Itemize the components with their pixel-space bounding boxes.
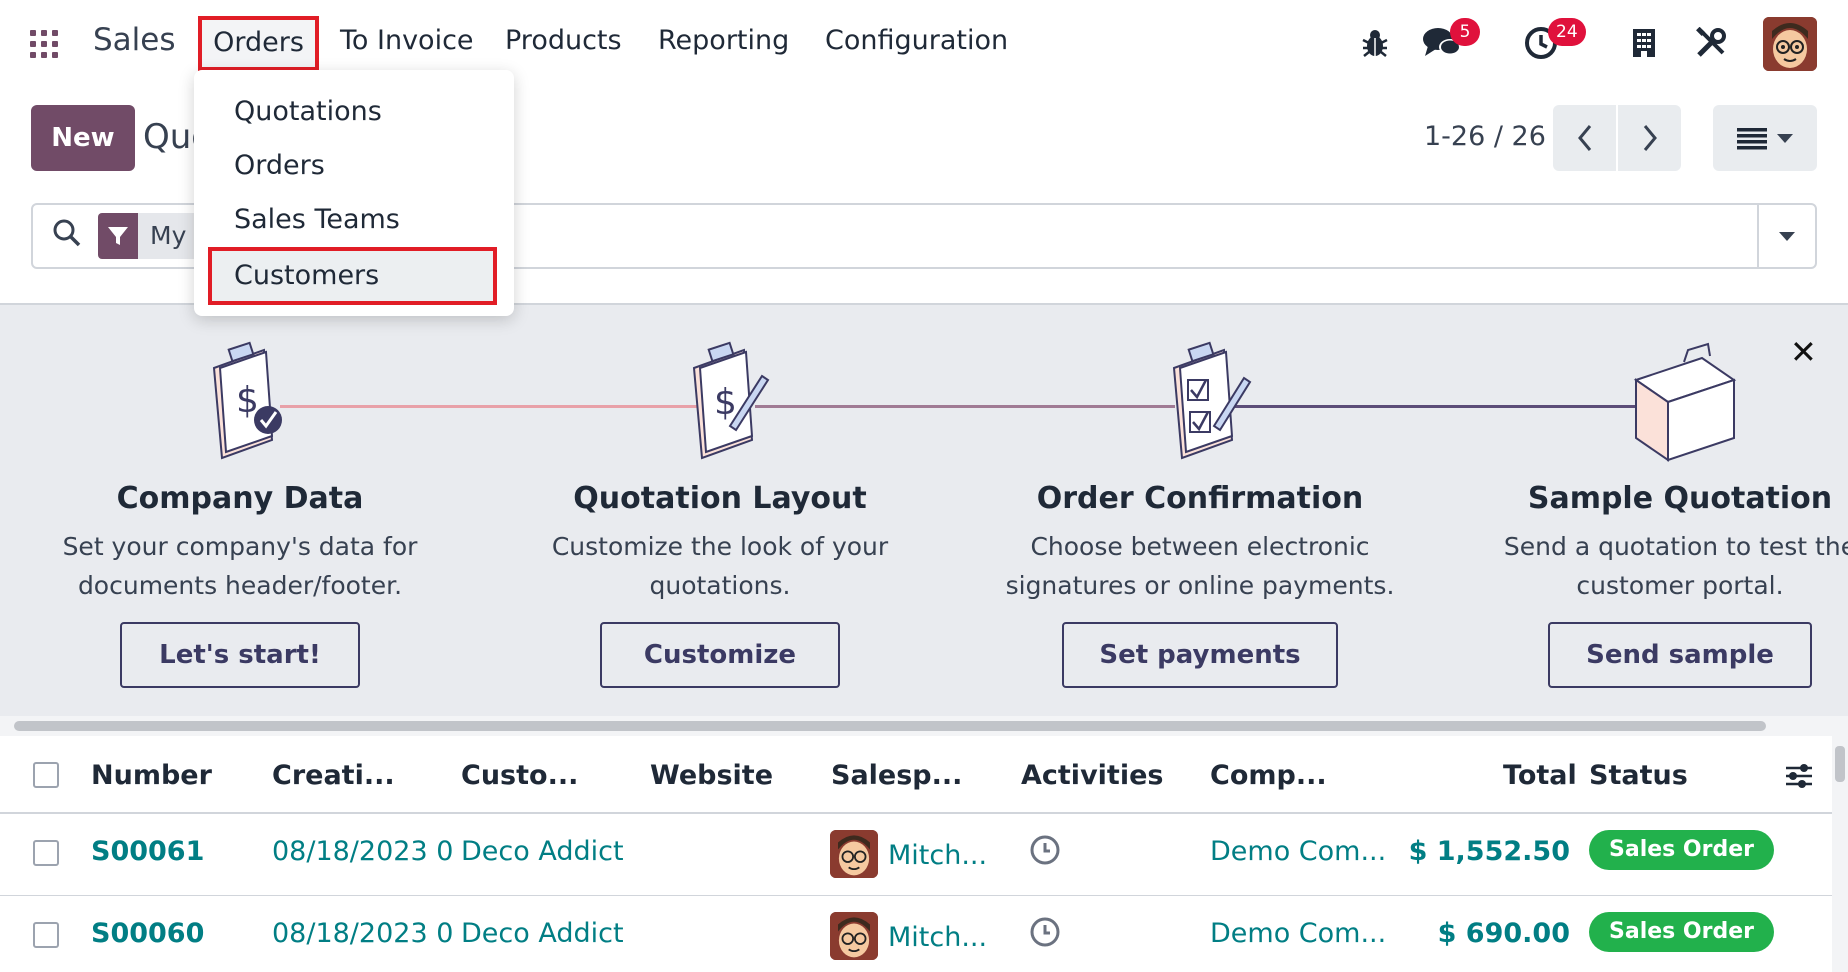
order-total: $ 1,552.50 [1408, 836, 1570, 867]
horizontal-scrollbar[interactable] [0, 716, 1848, 736]
order-number[interactable]: S00061 [91, 836, 204, 867]
step-description: Choose between electronic signatures or … [1005, 532, 1395, 600]
bug-icon[interactable] [1358, 26, 1392, 60]
menu-reporting[interactable]: Reporting [658, 25, 789, 56]
menu-products[interactable]: Products [505, 25, 622, 56]
column-total[interactable]: Total [1503, 760, 1577, 791]
column-customer[interactable]: Custo... [461, 760, 578, 791]
column-website[interactable]: Website [650, 760, 773, 791]
tools-icon[interactable] [1694, 26, 1728, 60]
column-status[interactable]: Status [1589, 760, 1688, 791]
progress-line [280, 405, 700, 408]
lets-start-button[interactable]: Let's start! [120, 622, 360, 688]
salesperson-name[interactable]: Mitch... [888, 840, 987, 871]
table-row[interactable]: S00060 08/18/2023 06 Deco Addict Mitch..… [0, 896, 1832, 972]
app-brand[interactable]: Sales [93, 22, 176, 58]
column-company[interactable]: Comp... [1210, 760, 1327, 791]
svg-text:$: $ [714, 382, 737, 423]
list-view-icon [1737, 128, 1767, 150]
onboarding-panel: ✕ $ Company Data Set your company's data… [0, 303, 1848, 725]
orders-dropdown-menu: Quotations Orders Sales Teams Customers [194, 70, 514, 316]
column-activities[interactable]: Activities [1021, 760, 1163, 791]
clock-icon[interactable] [1029, 916, 1061, 948]
table-header: Number Creati... Custo... Website Salesp… [0, 736, 1832, 814]
chevron-down-icon [1779, 231, 1795, 241]
clock-icon[interactable] [1029, 834, 1061, 866]
creation-date: 08/18/2023 06 [272, 918, 452, 949]
quotation-edit-icon: $ [692, 341, 770, 460]
filter-icon [98, 213, 138, 259]
customer-name[interactable]: Deco Addict [461, 918, 624, 949]
step-title: Company Data [116, 481, 364, 516]
menu-to-invoice[interactable]: To Invoice [340, 25, 474, 56]
step-title: Sample Quotation [1527, 481, 1833, 516]
scrollbar-thumb[interactable] [1835, 746, 1845, 782]
salesperson-avatar [830, 830, 878, 878]
checklist-icon [1172, 341, 1252, 460]
dropdown-item-orders[interactable]: Orders [234, 150, 325, 181]
status-badge: Sales Order [1589, 912, 1774, 952]
close-icon[interactable]: ✕ [1790, 333, 1817, 371]
dropdown-item-customers[interactable]: Customers [208, 247, 497, 305]
new-button[interactable]: New [31, 105, 135, 171]
progress-line [1235, 405, 1655, 408]
search-options-toggle[interactable] [1757, 205, 1815, 267]
scrollbar-thumb[interactable] [14, 721, 1766, 731]
menu-orders[interactable]: Orders [198, 16, 319, 71]
row-checkbox[interactable] [33, 840, 59, 866]
column-salesperson[interactable]: Salesp... [831, 760, 962, 791]
order-number[interactable]: S00060 [91, 918, 204, 949]
activities-badge: 24 [1548, 18, 1586, 46]
status-badge: Sales Order [1589, 830, 1774, 870]
step-description: Send a quotation to test the customer po… [1503, 532, 1848, 600]
sliders-icon[interactable] [1784, 762, 1814, 790]
user-avatar[interactable] [1763, 17, 1817, 71]
column-creation-date[interactable]: Creati... [272, 760, 395, 791]
send-sample-button[interactable]: Send sample [1548, 622, 1812, 688]
vertical-scrollbar[interactable] [1832, 736, 1848, 972]
column-number[interactable]: Number [91, 760, 212, 791]
progress-line [755, 405, 1175, 408]
salesperson-avatar [830, 912, 878, 960]
building-icon[interactable] [1630, 26, 1658, 60]
select-all-checkbox[interactable] [33, 762, 59, 788]
chevron-down-icon [1777, 133, 1793, 143]
step-description: Set your company's data for documents he… [62, 532, 418, 600]
step-title: Order Confirmation [1036, 481, 1364, 516]
customize-button[interactable]: Customize [600, 622, 840, 688]
menu-configuration[interactable]: Configuration [825, 25, 1008, 56]
view-switcher-button[interactable] [1713, 105, 1817, 171]
invoice-icon: $ [212, 341, 282, 460]
pager-value[interactable]: 1-26 / 26 [1424, 121, 1546, 152]
apps-grid-icon[interactable] [30, 30, 58, 58]
dropdown-item-sales-teams[interactable]: Sales Teams [234, 204, 400, 235]
briefcase-icon [1633, 342, 1737, 462]
step-title: Quotation Layout [573, 481, 867, 516]
pager-next-button[interactable] [1618, 105, 1681, 171]
step-description: Customize the look of your quotations. [551, 532, 889, 600]
dropdown-item-quotations[interactable]: Quotations [234, 96, 382, 127]
customer-name[interactable]: Deco Addict [461, 836, 624, 867]
table-row[interactable]: S00061 08/18/2023 06 Deco Addict Mitch..… [0, 814, 1832, 896]
company-name[interactable]: Demo Com... [1210, 836, 1386, 867]
order-total: $ 690.00 [1437, 918, 1570, 949]
row-checkbox[interactable] [33, 922, 59, 948]
messages-badge: 5 [1450, 18, 1480, 46]
pager-previous-button[interactable] [1553, 105, 1616, 171]
creation-date: 08/18/2023 06 [272, 836, 452, 867]
company-name[interactable]: Demo Com... [1210, 918, 1386, 949]
set-payments-button[interactable]: Set payments [1062, 622, 1338, 688]
salesperson-name[interactable]: Mitch... [888, 922, 987, 953]
search-icon[interactable] [53, 219, 81, 247]
